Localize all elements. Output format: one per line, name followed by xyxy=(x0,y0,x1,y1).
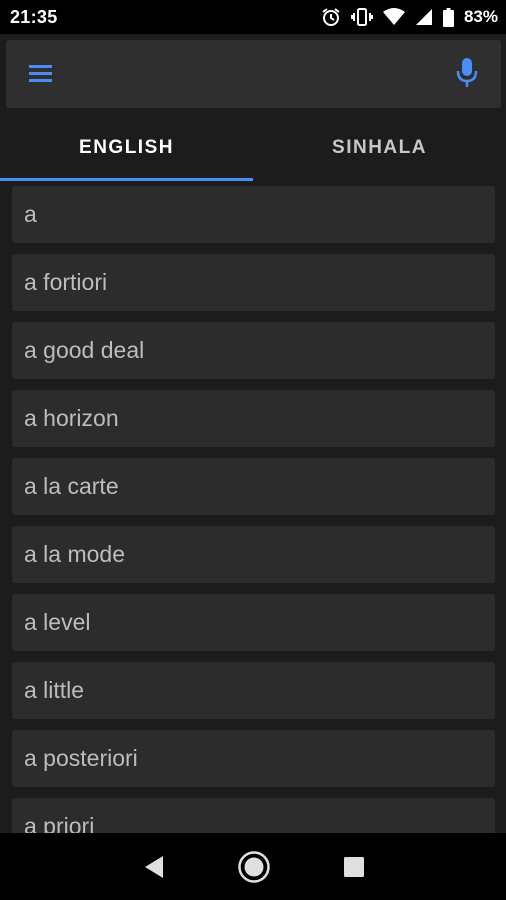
list-item[interactable]: a la carte xyxy=(12,458,495,515)
signal-icon xyxy=(415,8,433,26)
list-item[interactable]: a level xyxy=(12,594,495,651)
microphone-icon[interactable] xyxy=(455,56,479,92)
vibrate-icon xyxy=(350,7,373,27)
word-list: a a fortiori a good deal a horizon a la … xyxy=(0,181,506,833)
list-item[interactable]: a fortiori xyxy=(12,254,495,311)
back-icon[interactable] xyxy=(124,842,184,892)
status-bar: 21:35 83% xyxy=(0,0,506,34)
search-input[interactable] xyxy=(76,52,436,96)
list-item[interactable]: a posteriori xyxy=(12,730,495,787)
status-icons: 83% xyxy=(321,7,498,27)
search-bar xyxy=(6,40,501,108)
list-item[interactable]: a la mode xyxy=(12,526,495,583)
language-tabs: ENGLISH SINHALA xyxy=(0,114,506,181)
tab-sinhala[interactable]: SINHALA xyxy=(253,114,506,181)
navigation-bar xyxy=(0,833,506,900)
tab-english[interactable]: ENGLISH xyxy=(0,114,253,181)
list-item[interactable]: a little xyxy=(12,662,495,719)
hamburger-menu-icon[interactable] xyxy=(28,62,54,86)
battery-percent: 83% xyxy=(463,7,498,26)
battery-icon xyxy=(442,7,454,27)
status-time: 21:35 xyxy=(10,6,58,27)
list-item[interactable]: a xyxy=(12,186,495,243)
list-item[interactable]: a good deal xyxy=(12,322,495,379)
list-item[interactable]: a horizon xyxy=(12,390,495,447)
recents-icon[interactable] xyxy=(324,842,384,892)
list-item[interactable]: a priori xyxy=(12,798,495,833)
wifi-icon xyxy=(382,8,405,26)
home-icon[interactable] xyxy=(224,842,284,892)
alarm-icon xyxy=(321,7,341,27)
